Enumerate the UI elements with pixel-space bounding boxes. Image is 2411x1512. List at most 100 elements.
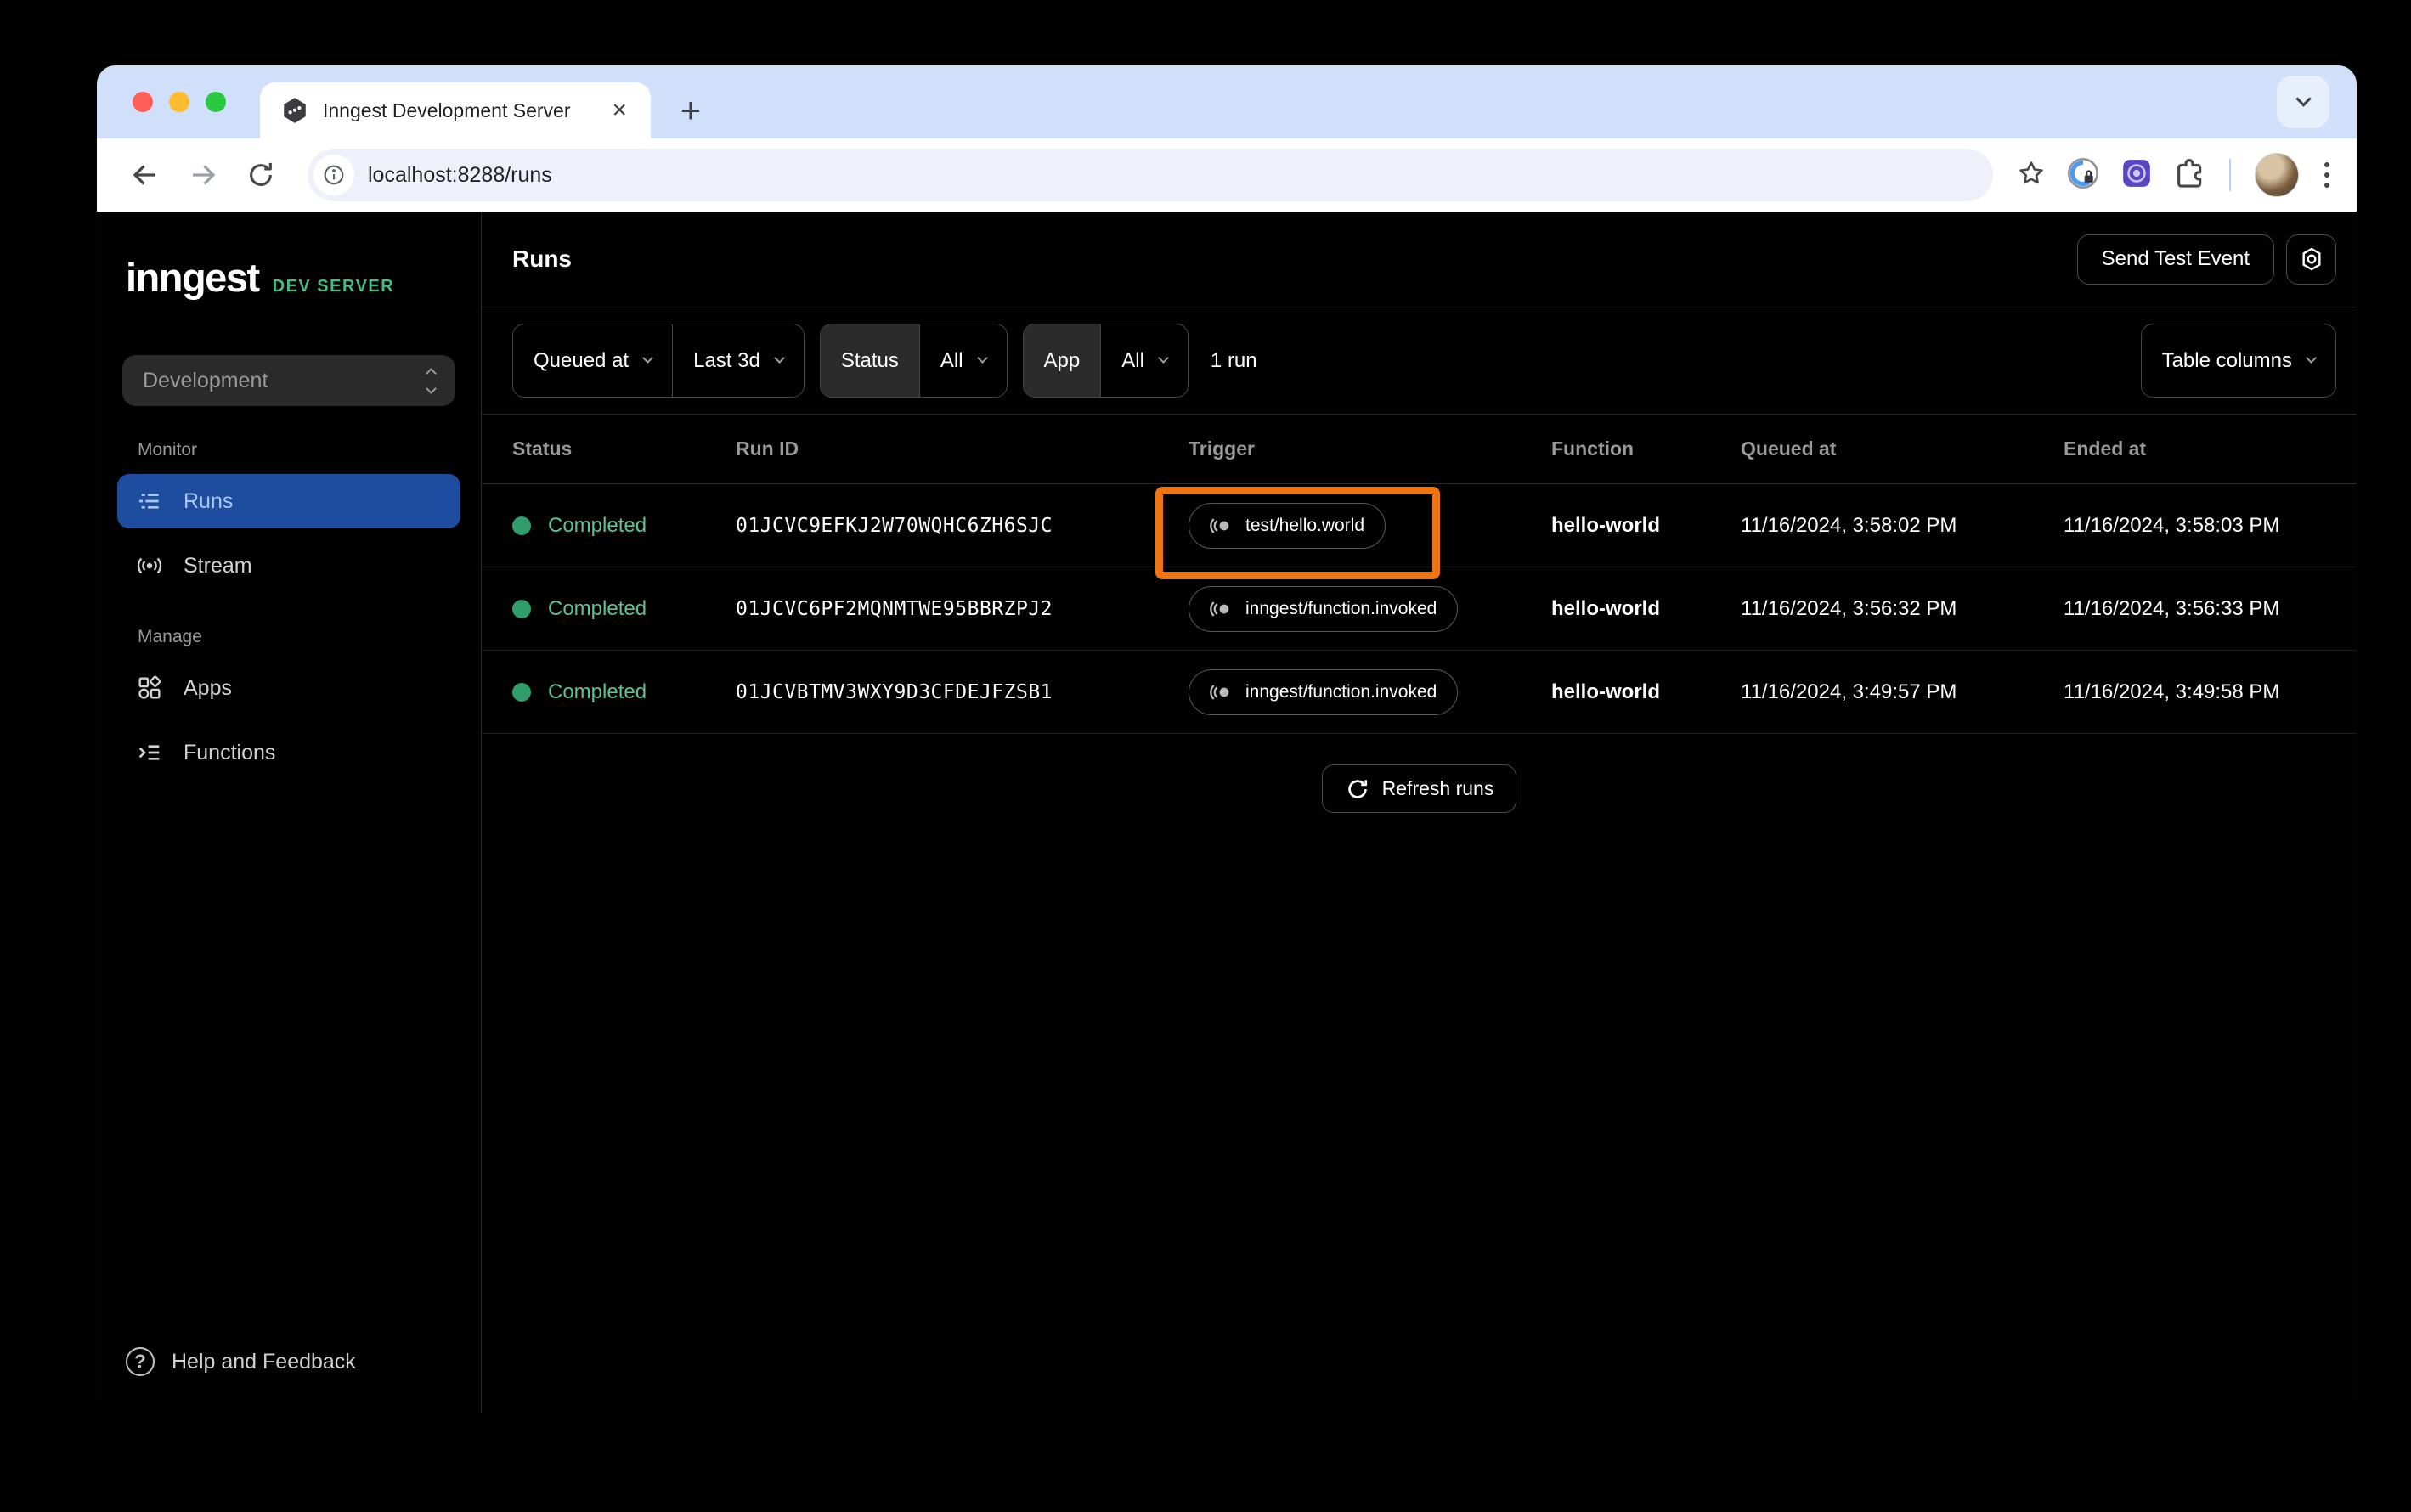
- sidebar-item-stream[interactable]: Stream: [117, 539, 460, 593]
- fullscreen-window-button[interactable]: [206, 92, 226, 112]
- event-pulse-icon: [1210, 684, 1229, 700]
- url-text[interactable]: localhost:8288/runs: [368, 163, 552, 188]
- sidebar-item-label: Runs: [184, 488, 234, 513]
- kebab-menu-icon: [2324, 162, 2329, 167]
- tab-title: Inngest Development Server: [323, 99, 571, 121]
- tab-close-icon[interactable]: ×: [608, 98, 630, 123]
- sidebar-item-label: Apps: [184, 675, 232, 700]
- minimize-window-button[interactable]: [169, 92, 189, 112]
- puzzle-piece-icon: [2177, 158, 2202, 188]
- gear-icon: [2301, 247, 2321, 271]
- tab-search-button[interactable]: [2277, 76, 2329, 128]
- site-info-button[interactable]: [313, 155, 354, 195]
- sidebar-item-label: Stream: [184, 553, 252, 578]
- table-row[interactable]: Completed 01JCVC9EFKJ2W70WQHC6ZH6SJC tes…: [482, 484, 2357, 567]
- table-row[interactable]: Completed 01JCVBTMV3WXY9D3CFDEJFZSB1 inn…: [482, 651, 2357, 734]
- status-filter-value: All: [940, 348, 963, 372]
- function-name[interactable]: hello-world: [1551, 597, 1741, 621]
- column-header-queued-at: Queued at: [1741, 437, 1837, 460]
- url-bar[interactable]: localhost:8288/runs: [308, 149, 1993, 201]
- reload-button[interactable]: [238, 152, 284, 198]
- column-header-function: Function: [1551, 437, 1635, 460]
- table-columns-button[interactable]: Table columns: [2140, 324, 2336, 398]
- help-label: Help and Feedback: [172, 1349, 356, 1374]
- inngest-favicon-icon: [284, 98, 306, 123]
- run-status: Completed: [548, 513, 647, 537]
- environment-value: Development: [143, 368, 268, 392]
- trigger-label: inngest/function.invoked: [1245, 598, 1437, 618]
- inngest-app: inngest DEV SERVER Development Monitor R…: [97, 212, 2357, 1413]
- browser-menu-button[interactable]: [2319, 157, 2335, 193]
- function-name[interactable]: hello-world: [1551, 680, 1741, 704]
- column-header-ended-at: Ended at: [2064, 437, 2147, 460]
- select-updown-icon: [426, 367, 437, 394]
- purple-extension-icon: [2123, 159, 2150, 187]
- run-id[interactable]: 01JCVC6PF2MQNMTWE95BBRZPJ2: [736, 598, 1189, 620]
- nav-manage: Apps Functions: [97, 661, 481, 780]
- toolbar-divider: [2229, 159, 2231, 191]
- status-filter-dropdown[interactable]: All: [920, 324, 1007, 397]
- sidebar-item-apps[interactable]: Apps: [117, 661, 460, 715]
- trigger-badge[interactable]: inngest/function.invoked: [1189, 669, 1459, 715]
- inngest-logo: inngest: [126, 255, 260, 300]
- back-button[interactable]: [122, 152, 168, 198]
- table-body: Completed 01JCVC9EFKJ2W70WQHC6ZH6SJC tes…: [482, 484, 2357, 734]
- extension-app-button[interactable]: [2120, 157, 2153, 194]
- refresh-icon: [1347, 779, 1367, 798]
- reload-icon: [250, 162, 272, 186]
- event-pulse-icon: [1210, 517, 1229, 533]
- chevron-down-icon: [2295, 91, 2312, 107]
- time-filter[interactable]: Queued at Last 3d: [512, 324, 805, 398]
- browser-toolbar: localhost:8288/runs: [97, 138, 2357, 212]
- trigger-badge[interactable]: test/hello.world: [1189, 502, 1386, 549]
- window-controls: [133, 92, 226, 112]
- sort-field-dropdown[interactable]: Queued at: [513, 324, 672, 397]
- time-range-dropdown[interactable]: Last 3d: [673, 324, 804, 397]
- new-tab-button[interactable]: +: [671, 90, 710, 130]
- chevron-down-icon: [773, 352, 785, 364]
- bookmark-star-button[interactable]: [2017, 159, 2046, 192]
- app-filter-value: All: [1121, 348, 1144, 372]
- app-filter[interactable]: App All: [1022, 324, 1189, 398]
- help-and-feedback[interactable]: ? Help and Feedback: [126, 1347, 356, 1376]
- close-window-button[interactable]: [133, 92, 153, 112]
- sidebar: inngest DEV SERVER Development Monitor R…: [97, 212, 482, 1413]
- ended-at: 11/16/2024, 3:56:33 PM: [2064, 596, 2280, 620]
- section-label-monitor: Monitor: [138, 440, 198, 460]
- info-icon: [324, 165, 344, 185]
- status-filter[interactable]: Status All: [819, 324, 1008, 398]
- question-circle-icon: ?: [126, 1347, 155, 1376]
- table-row[interactable]: Completed 01JCVC6PF2MQNMTWE95BBRZPJ2 inn…: [482, 567, 2357, 651]
- sidebar-item-functions[interactable]: Functions: [117, 725, 460, 780]
- send-test-event-button[interactable]: Send Test Event: [2076, 234, 2274, 285]
- filter-bar: Queued at Last 3d Status All App All 1 r…: [482, 307, 2357, 415]
- password-extension-button[interactable]: [2066, 156, 2100, 195]
- page-header: Runs Send Test Event: [482, 212, 2357, 307]
- logo: inngest DEV SERVER: [97, 254, 481, 301]
- refresh-runs-button[interactable]: Refresh runs: [1321, 764, 1517, 813]
- queued-at: 11/16/2024, 3:58:02 PM: [1741, 513, 1957, 537]
- extensions-menu-button[interactable]: [2173, 157, 2205, 194]
- sidebar-item-runs[interactable]: Runs: [117, 474, 460, 528]
- password-lock-icon: [2068, 157, 2098, 189]
- run-count: 1 run: [1210, 348, 1257, 372]
- section-label-manage: Manage: [138, 627, 202, 646]
- run-id[interactable]: 01JCVC9EFKJ2W70WQHC6ZH6SJC: [736, 515, 1189, 537]
- profile-avatar[interactable]: [2255, 153, 2299, 197]
- app-filter-dropdown[interactable]: All: [1101, 324, 1188, 397]
- forward-arrow-icon: [193, 165, 216, 185]
- event-pulse-icon: [1210, 601, 1229, 617]
- status-dot-icon: [512, 516, 531, 535]
- run-id[interactable]: 01JCVBTMV3WXY9D3CFDEJFZSB1: [736, 681, 1189, 703]
- run-list-icon: [139, 494, 159, 509]
- trigger-badge[interactable]: inngest/function.invoked: [1189, 585, 1459, 632]
- table-columns-label: Table columns: [2161, 348, 2292, 372]
- table-header-row: Status Run ID Trigger Function Queued at…: [482, 415, 2357, 484]
- function-name[interactable]: hello-world: [1551, 514, 1741, 538]
- forward-button[interactable]: [180, 152, 226, 198]
- browser-tab[interactable]: Inngest Development Server ×: [260, 82, 651, 138]
- settings-button[interactable]: [2286, 234, 2336, 285]
- environment-selector[interactable]: Development: [122, 355, 455, 406]
- chevron-down-icon: [976, 352, 988, 364]
- column-header-run-id: Run ID: [736, 437, 799, 460]
